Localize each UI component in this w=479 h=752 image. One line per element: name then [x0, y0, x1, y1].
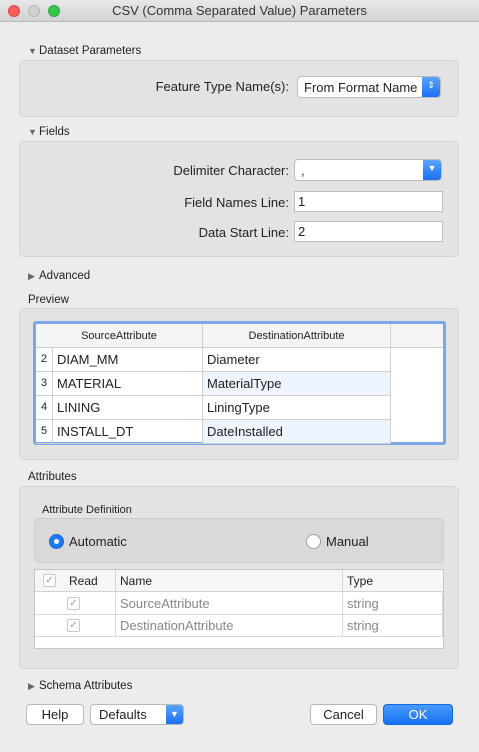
- dataset-parameters-header: Dataset Parameters: [39, 45, 142, 57]
- delimiter-select[interactable]: , ▼: [294, 159, 442, 181]
- preview-table[interactable]: SourceAttribute DestinationAttribute 2 D…: [33, 321, 446, 445]
- destination-cell: Diameter: [203, 348, 391, 372]
- disclosure-down-icon: ▼: [28, 127, 37, 137]
- preview-col-destination[interactable]: DestinationAttribute: [203, 324, 391, 348]
- attribute-type-cell: string: [343, 593, 443, 615]
- chevron-down-icon: ▼: [166, 705, 183, 724]
- disclosure-down-icon: ▼: [28, 46, 37, 56]
- read-checkbox[interactable]: ✓: [67, 619, 80, 632]
- feature-type-value: From Format Name: [304, 80, 418, 95]
- disclosure-right-icon: ▶: [28, 681, 35, 691]
- destination-cell: MaterialType: [203, 372, 391, 396]
- field-names-label: Field Names Line:: [184, 195, 289, 210]
- attributes-header: Attributes: [28, 471, 77, 483]
- schema-attributes-toggle[interactable]: ▶ Schema Attributes: [28, 680, 132, 692]
- delimiter-value: ,: [301, 163, 305, 178]
- chevron-down-icon: ▼: [423, 160, 441, 180]
- manual-radio[interactable]: [306, 534, 321, 549]
- preview-col-source[interactable]: SourceAttribute: [36, 324, 203, 348]
- delimiter-label: Delimiter Character:: [173, 163, 289, 178]
- automatic-radio[interactable]: [49, 534, 64, 549]
- data-start-label: Data Start Line:: [198, 225, 289, 240]
- cancel-button[interactable]: Cancel: [310, 704, 377, 725]
- attribute-type-cell: string: [343, 615, 443, 637]
- title-bar: CSV (Comma Separated Value) Parameters: [0, 0, 479, 22]
- help-button[interactable]: Help: [26, 704, 84, 725]
- attribute-name-cell: DestinationAttribute: [116, 615, 343, 637]
- read-header-label: Read: [69, 574, 98, 588]
- row-number: 2: [36, 348, 53, 372]
- automatic-label[interactable]: Automatic: [69, 534, 127, 549]
- attribute-definition-label: Attribute Definition: [42, 504, 132, 516]
- row-number: 5: [36, 420, 53, 444]
- feature-type-select[interactable]: From Format Name ⇕: [297, 76, 441, 98]
- disclosure-right-icon: ▶: [28, 271, 35, 281]
- schema-attributes-header: Schema Attributes: [39, 680, 133, 692]
- csv-parameters-dialog: CSV (Comma Separated Value) Parameters ▼…: [0, 0, 479, 752]
- feature-type-label: Feature Type Name(s):: [155, 79, 289, 94]
- read-cell: ✓: [35, 615, 116, 637]
- row-number: 4: [36, 396, 53, 420]
- fields-header: Fields: [39, 126, 70, 138]
- advanced-header: Advanced: [39, 270, 91, 282]
- updown-chevron-icon: ⇕: [422, 77, 440, 97]
- source-cell: DIAM_MM: [53, 348, 203, 372]
- row-number: 3: [36, 372, 53, 396]
- ok-button[interactable]: OK: [383, 704, 453, 725]
- name-column-header[interactable]: Name: [116, 570, 343, 592]
- advanced-toggle[interactable]: ▶ Advanced: [28, 270, 90, 282]
- window-title: CSV (Comma Separated Value) Parameters: [112, 3, 367, 18]
- fields-toggle[interactable]: ▼ Fields: [28, 126, 70, 138]
- data-start-input[interactable]: 2: [294, 221, 443, 242]
- attributes-table[interactable]: ✓ Read Name Type ✓ SourceAttribute strin…: [34, 569, 444, 649]
- read-cell: ✓: [35, 593, 116, 615]
- manual-label[interactable]: Manual: [326, 534, 369, 549]
- preview-header: Preview: [28, 294, 69, 306]
- field-names-input[interactable]: 1: [294, 191, 443, 212]
- source-cell: LINING: [53, 396, 203, 420]
- defaults-label: Defaults: [99, 707, 147, 722]
- destination-cell: LiningType: [203, 396, 391, 420]
- preview-col-filler: [391, 324, 443, 348]
- attribute-name-cell: SourceAttribute: [116, 593, 343, 615]
- source-cell: INSTALL_DT: [53, 420, 203, 444]
- select-all-checkbox[interactable]: ✓: [43, 574, 56, 587]
- read-column-header[interactable]: ✓ Read: [35, 570, 116, 592]
- read-checkbox[interactable]: ✓: [67, 597, 80, 610]
- defaults-button[interactable]: Defaults ▼: [90, 704, 184, 725]
- type-column-header[interactable]: Type: [343, 570, 443, 592]
- destination-cell: DateInstalled: [203, 420, 391, 444]
- dataset-parameters-toggle[interactable]: ▼ Dataset Parameters: [28, 45, 141, 57]
- source-cell: MATERIAL: [53, 372, 203, 396]
